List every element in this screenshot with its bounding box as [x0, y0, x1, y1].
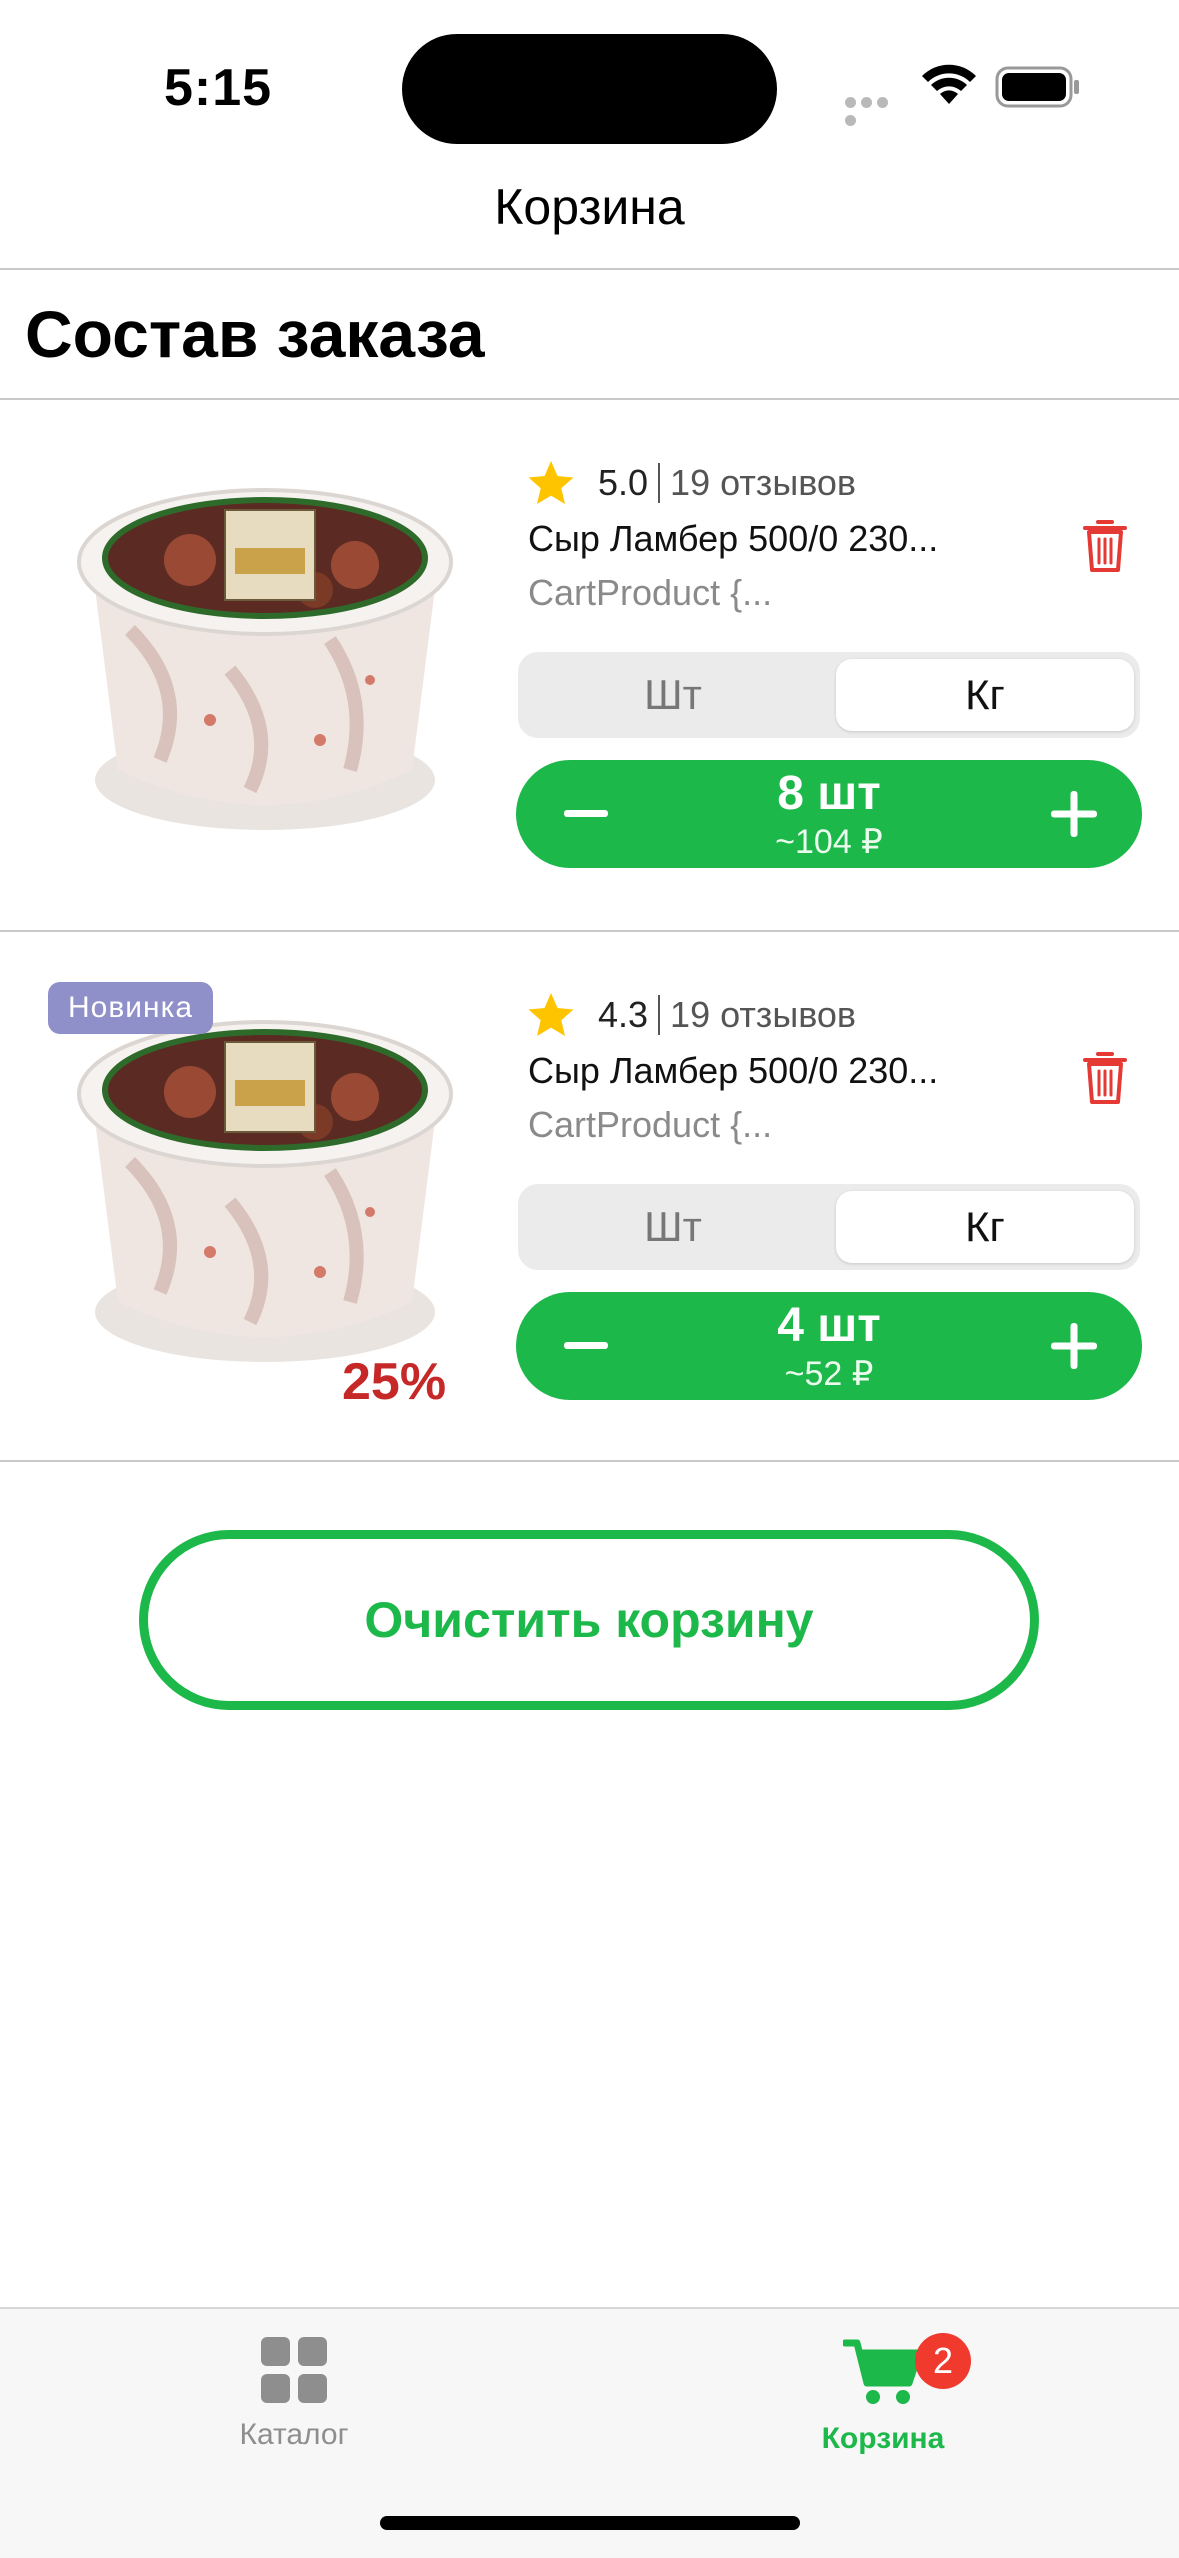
unit-toggle: Шт Кг: [518, 1184, 1140, 1270]
quantity-display: 4 шт ~52 ₽: [616, 1298, 1042, 1394]
tab-catalog[interactable]: Каталог: [144, 2337, 444, 2452]
rating-separator: [658, 463, 661, 503]
unit-option-pcs[interactable]: Шт: [524, 1191, 822, 1263]
tab-catalog-label: Каталог: [239, 2418, 349, 2451]
item-divider: [0, 1460, 1179, 1462]
new-badge: Новинка: [48, 982, 214, 1034]
product-subtitle: CartProduct {...: [528, 572, 773, 613]
product-name[interactable]: Сыр Ламбер 500/0 230...: [528, 518, 938, 560]
rating-value: 4.3: [598, 994, 649, 1035]
wifi-icon: [922, 64, 976, 104]
cart-item: 5.0 19 отзывов Сыр Ламбер 500/0 230... C…: [0, 400, 1179, 930]
product-image[interactable]: [70, 470, 460, 850]
section-title: Состав заказа: [25, 297, 485, 371]
cart-icon: [841, 2339, 923, 2404]
home-indicator: [380, 2516, 800, 2530]
rating-row: 5.0 19 отзывов: [526, 455, 856, 511]
status-time: 5:15: [164, 59, 273, 117]
page-title: Корзина: [494, 179, 685, 235]
cellular-signal-icon: [845, 95, 907, 126]
status-bar: 5:15: [0, 0, 1179, 170]
star-icon: [528, 993, 574, 1036]
reviews-count: 19 отзывов: [670, 462, 857, 503]
unit-toggle: Шт Кг: [518, 652, 1140, 738]
discount-label: 25%: [342, 1353, 447, 1411]
increase-button[interactable]: [1024, 760, 1124, 868]
star-icon: [528, 461, 574, 504]
quantity-price: ~104 ₽: [775, 823, 883, 861]
unit-option-kg[interactable]: Кг: [836, 1191, 1134, 1263]
dynamic-island: [402, 34, 777, 144]
quantity-count: 8 шт: [777, 767, 881, 820]
quantity-display: 8 шт ~104 ₽: [616, 766, 1042, 862]
minus-icon: [564, 810, 608, 817]
quantity-price: ~52 ₽: [784, 1355, 874, 1393]
battery-icon: [995, 66, 1079, 108]
increase-button[interactable]: [1024, 1292, 1124, 1400]
product-image[interactable]: [70, 1002, 460, 1382]
grid-icon: [261, 2337, 327, 2403]
plus-icon: [1051, 1323, 1097, 1369]
unit-option-pcs[interactable]: Шт: [524, 659, 822, 731]
rating-separator: [658, 995, 661, 1035]
tab-cart-label: Корзина: [821, 2422, 945, 2455]
quantity-stepper: 4 шт ~52 ₽: [516, 1292, 1142, 1400]
trash-icon[interactable]: [1082, 518, 1128, 574]
rating-row: 4.3 19 отзывов: [526, 987, 856, 1043]
header-divider: [0, 268, 1179, 270]
minus-icon: [564, 1342, 608, 1349]
product-subtitle: CartProduct {...: [528, 1104, 773, 1145]
quantity-stepper: 8 шт ~104 ₽: [516, 760, 1142, 868]
quantity-count: 4 шт: [777, 1299, 881, 1352]
cart-count-badge: 2: [915, 2333, 971, 2389]
tab-cart[interactable]: 2 Корзина: [733, 2333, 1033, 2456]
clear-cart-button[interactable]: Очистить корзину: [139, 1530, 1039, 1710]
trash-icon[interactable]: [1082, 1050, 1128, 1106]
unit-option-kg[interactable]: Кг: [836, 659, 1134, 731]
product-name[interactable]: Сыр Ламбер 500/0 230...: [528, 1050, 938, 1092]
reviews-count: 19 отзывов: [670, 994, 857, 1035]
rating-value: 5.0: [598, 462, 649, 503]
cart-item: Новинка 25% 4.3 19 отзывов Сыр Ламбер 50…: [0, 932, 1179, 1462]
plus-icon: [1051, 791, 1097, 837]
